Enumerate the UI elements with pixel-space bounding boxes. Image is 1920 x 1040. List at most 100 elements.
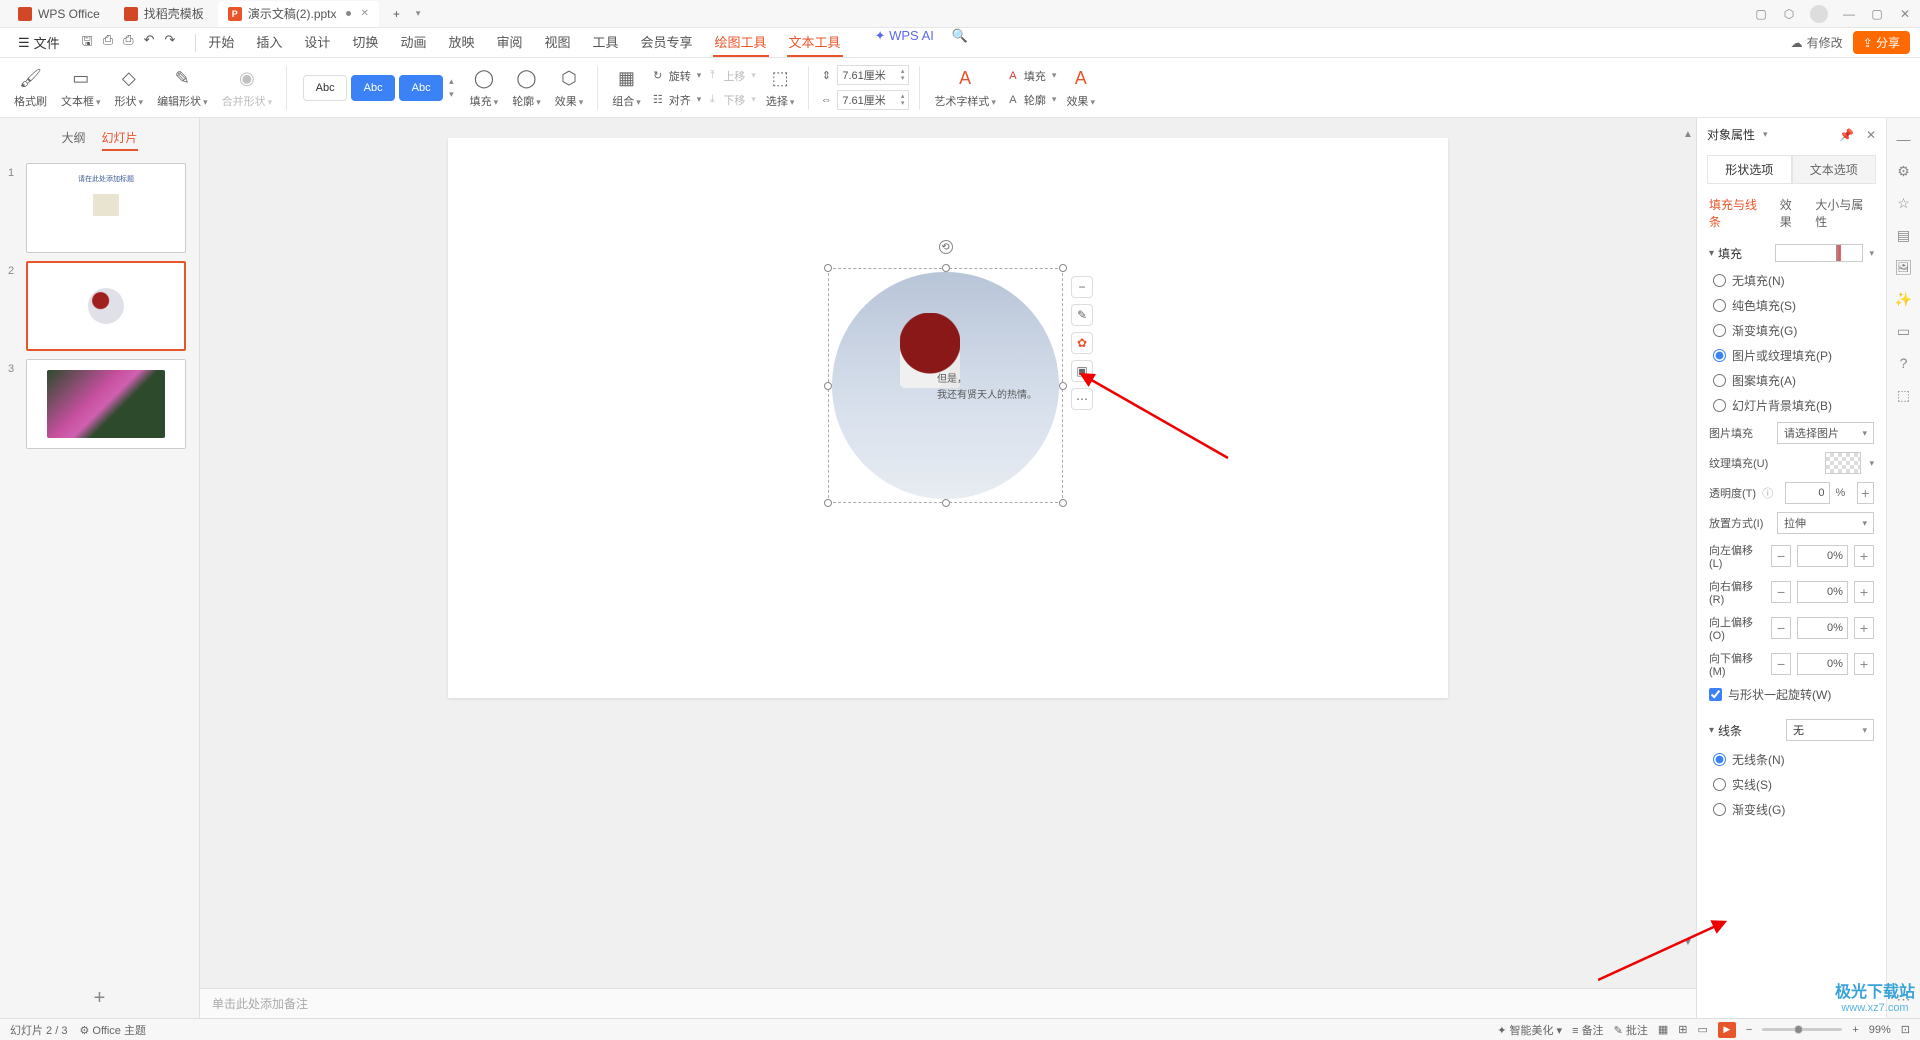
tab-text-tools[interactable]: 文本工具 <box>787 28 843 57</box>
beautify-icon[interactable]: ✿ <box>1071 332 1093 354</box>
pin-icon[interactable]: 📌 <box>1839 128 1854 142</box>
tile-select[interactable]: 拉伸▾ <box>1777 512 1874 534</box>
resize-handle-sw[interactable] <box>824 499 832 507</box>
resize-handle-n[interactable] <box>942 264 950 272</box>
tab-tools[interactable]: 工具 <box>591 28 621 57</box>
modified-status[interactable]: ☁有修改 <box>1791 34 1843 51</box>
template-icon[interactable]: ⬚ <box>1895 386 1913 404</box>
off-top-input[interactable]: 0 % <box>1797 617 1848 639</box>
line-gradient[interactable]: 渐变线(G) <box>1709 797 1874 822</box>
select-button[interactable]: ⬚选择▾ <box>762 67 799 109</box>
notes-toggle[interactable]: ≡ 备注 <box>1572 1022 1603 1038</box>
off-top-minus[interactable]: − <box>1771 617 1791 639</box>
tab-view[interactable]: 视图 <box>542 28 572 57</box>
notes-area[interactable]: 单击此处添加备注 <box>200 988 1696 1018</box>
fill-gradient[interactable]: 渐变填充(G) <box>1709 318 1874 343</box>
tab-drawing-tools[interactable]: 绘图工具 <box>713 28 769 57</box>
maximize-icon[interactable]: ▢ <box>1870 7 1884 21</box>
tab-slideshow[interactable]: 放映 <box>446 28 476 57</box>
off-bottom-minus[interactable]: − <box>1771 653 1791 675</box>
tabs-dropdown-icon[interactable]: ▾ <box>416 8 421 19</box>
resize-handle-w[interactable] <box>824 382 832 390</box>
theme-label[interactable]: ⚙ Office 主题 <box>79 1022 146 1038</box>
slide-thumb-2[interactable]: 2 <box>8 261 191 351</box>
shape-button[interactable]: ◇形状▾ <box>111 67 148 109</box>
fill-pattern[interactable]: 图案填充(A) <box>1709 368 1874 393</box>
style-gallery[interactable]: Abc Abc Abc ▴▾ <box>297 75 460 101</box>
resize-handle-nw[interactable] <box>824 264 832 272</box>
style-preset-3[interactable]: Abc <box>399 75 443 101</box>
zoom-slider[interactable] <box>1762 1028 1842 1031</box>
gallery-down-icon[interactable]: ▾ <box>449 89 454 100</box>
adjust-icon[interactable]: ⚙ <box>1895 162 1913 180</box>
chevron-down-icon[interactable]: ▾ <box>1709 725 1714 736</box>
align-button[interactable]: 对齐 <box>669 92 691 108</box>
zoom-out-icon[interactable]: − <box>1071 276 1093 298</box>
layers-icon[interactable]: ▤ <box>1895 226 1913 244</box>
line-dropdown[interactable]: 无▾ <box>1786 719 1874 741</box>
slide-canvas[interactable]: ⟲ 但是，我还有贤天人的热情。 − ✎ ✿ <box>448 138 1448 698</box>
textbox-button[interactable]: ▭文本框▾ <box>57 67 105 109</box>
slide-icon[interactable]: ▭ <box>1895 322 1913 340</box>
style-preset-1[interactable]: Abc <box>303 75 347 101</box>
gallery-up-icon[interactable]: ▴ <box>449 76 454 87</box>
zoom-in-button[interactable]: + <box>1852 1024 1858 1036</box>
fit-icon[interactable]: ⊡ <box>1901 1023 1910 1036</box>
subtab-fill[interactable]: 填充与线条 <box>1709 196 1768 230</box>
view-reading-icon[interactable]: ▭ <box>1697 1023 1707 1036</box>
scroll-down-icon[interactable]: ▼ <box>1682 936 1694 948</box>
fill-preview[interactable] <box>1775 244 1863 262</box>
print-icon[interactable]: ⎙ <box>103 32 113 54</box>
view-normal-icon[interactable]: ▦ <box>1658 1023 1668 1036</box>
edit-shape-button[interactable]: ✎编辑形状▾ <box>153 67 212 109</box>
format-painter[interactable]: 🖌格式刷 <box>10 67 51 109</box>
resize-handle-s[interactable] <box>942 499 950 507</box>
smart-beautify[interactable]: ✦ 智能美化 ▾ <box>1497 1022 1562 1038</box>
off-right-minus[interactable]: − <box>1771 581 1791 603</box>
texture-preview[interactable] <box>1825 452 1861 474</box>
resize-handle-se[interactable] <box>1059 499 1067 507</box>
help-icon[interactable]: ? <box>1895 354 1913 372</box>
tab-shape-options[interactable]: 形状选项 <box>1707 155 1792 184</box>
subtab-effect[interactable]: 效果 <box>1780 196 1804 230</box>
height-input[interactable]: 7.61厘米▴▾ <box>837 65 909 85</box>
off-left-minus[interactable]: − <box>1771 545 1791 567</box>
rotate-with-shape[interactable]: 与形状一起旋转(W) <box>1709 682 1874 707</box>
new-tab-button[interactable]: + <box>383 1 410 27</box>
slideshow-button[interactable]: ▶ <box>1718 1022 1736 1038</box>
wps-ai[interactable]: ✦ WPS AI <box>875 28 934 57</box>
off-top-plus[interactable]: + <box>1854 617 1874 639</box>
line-solid[interactable]: 实线(S) <box>1709 772 1874 797</box>
tab-animation[interactable]: 动画 <box>398 28 428 57</box>
image-icon[interactable]: 🖼 <box>1895 258 1913 276</box>
tab-document[interactable]: P演示文稿(2).pptx✕ <box>218 1 379 27</box>
fill-button[interactable]: ◯填充▾ <box>466 67 503 109</box>
text-effect[interactable]: A效果▾ <box>1062 67 1099 109</box>
tab-docer[interactable]: 找稻壳模板 <box>114 1 214 27</box>
print-preview-icon[interactable]: ⎙ <box>123 32 133 54</box>
off-right-plus[interactable]: + <box>1854 581 1874 603</box>
tab-start[interactable]: 开始 <box>206 28 236 57</box>
opacity-input[interactable]: 0 <box>1785 482 1829 504</box>
cube-icon[interactable]: ⬡ <box>1782 7 1796 21</box>
zoom-value[interactable]: 99% <box>1869 1024 1891 1036</box>
fill-solid[interactable]: 纯色填充(S) <box>1709 293 1874 318</box>
window-restore-icon[interactable]: ▢ <box>1754 7 1768 21</box>
effect-button[interactable]: ⬡效果▾ <box>551 67 588 109</box>
line-none[interactable]: 无线条(N) <box>1709 747 1874 772</box>
tab-slides[interactable]: 幻灯片 <box>102 126 138 151</box>
undo-icon[interactable]: ↶ <box>144 32 155 54</box>
crop-icon[interactable]: ▣ <box>1071 360 1093 382</box>
star-icon[interactable]: ☆ <box>1895 194 1913 212</box>
resize-handle-ne[interactable] <box>1059 264 1067 272</box>
redo-icon[interactable]: ↷ <box>164 32 175 54</box>
wordart-style[interactable]: A艺术字样式▾ <box>930 67 1000 109</box>
fill-picture[interactable]: 图片或纹理填充(P) <box>1709 343 1874 368</box>
zoom-out-button[interactable]: − <box>1746 1024 1752 1036</box>
rotate-button[interactable]: 旋转 <box>669 68 691 84</box>
width-input[interactable]: 7.61厘米▴▾ <box>837 90 909 110</box>
selected-shape[interactable]: ⟲ 但是，我还有贤天人的热情。 − ✎ ✿ <box>828 268 1063 503</box>
fill-slidebg[interactable]: 幻灯片背景填充(B) <box>1709 393 1874 418</box>
tab-outline[interactable]: 大纲 <box>61 126 85 151</box>
chevron-down-icon[interactable]: ▾ <box>1709 248 1714 259</box>
